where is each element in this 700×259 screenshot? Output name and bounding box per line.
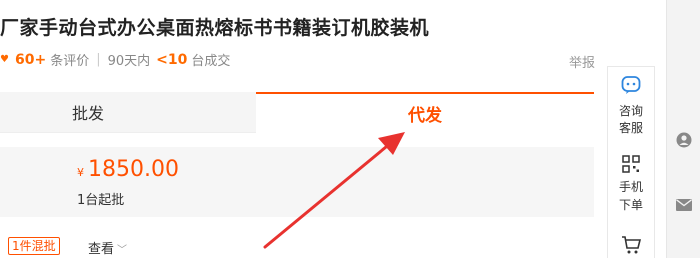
annotation-arrow-icon — [263, 132, 405, 249]
arrow-shaft — [263, 140, 394, 249]
